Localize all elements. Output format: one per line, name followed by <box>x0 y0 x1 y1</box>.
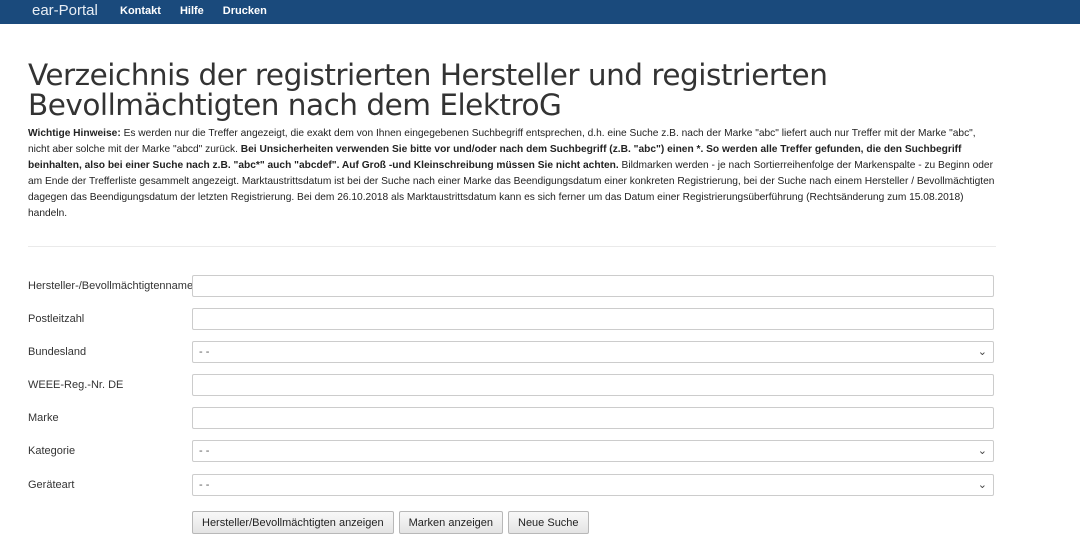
nav-drucken[interactable]: Drucken <box>223 5 267 17</box>
bundesland-select[interactable]: - - ⌄ <box>192 341 994 363</box>
bundesland-label: Bundesland <box>28 346 87 358</box>
content: Verzeichnis der registrierten Hersteller… <box>28 60 996 222</box>
row-marke: Marke <box>28 407 996 431</box>
chevron-down-icon: ⌄ <box>977 346 987 358</box>
notice-label: Wichtige Hinweise: <box>28 128 121 139</box>
marke-label: Marke <box>28 412 59 424</box>
hersteller-label: Hersteller-/Bevollmächtigtenname <box>28 280 194 292</box>
show-marken-button[interactable]: Marken anzeigen <box>398 511 503 534</box>
kategorie-select[interactable]: - - ⌄ <box>192 440 994 462</box>
row-geraeteart: Geräteart - - ⌄ <box>28 474 996 498</box>
geraeteart-label: Geräteart <box>28 479 75 491</box>
geraeteart-value: - - <box>199 479 210 491</box>
plz-input[interactable] <box>192 308 994 330</box>
marke-input[interactable] <box>192 407 994 429</box>
kategorie-value: - - <box>199 445 210 457</box>
notice-text: Wichtige Hinweise: Es werden nur die Tre… <box>28 126 996 222</box>
chevron-down-icon: ⌄ <box>977 445 987 457</box>
plz-label: Postleitzahl <box>28 313 85 325</box>
new-search-button[interactable]: Neue Suche <box>508 511 589 534</box>
row-hersteller: Hersteller-/Bevollmächtigtenname <box>28 275 996 299</box>
row-kategorie: Kategorie - - ⌄ <box>28 440 996 464</box>
row-bundesland: Bundesland - - ⌄ <box>28 341 996 365</box>
kategorie-label: Kategorie <box>28 445 76 457</box>
show-hersteller-button[interactable]: Hersteller/Bevollmächtigten anzeigen <box>192 511 394 534</box>
geraeteart-select[interactable]: - - ⌄ <box>192 474 994 496</box>
page-title: Verzeichnis der registrierten Hersteller… <box>28 58 828 122</box>
button-group: Hersteller/Bevollmächtigten anzeigen Mar… <box>192 511 589 534</box>
divider <box>28 246 996 247</box>
top-navbar: ear-Portal Kontakt Hilfe Drucken <box>0 0 1080 24</box>
hersteller-input[interactable] <box>192 275 994 297</box>
weee-input[interactable] <box>192 374 994 396</box>
nav-kontakt[interactable]: Kontakt <box>120 5 161 17</box>
weee-label: WEEE-Reg.-Nr. DE <box>28 379 124 391</box>
row-weee: WEEE-Reg.-Nr. DE <box>28 374 996 398</box>
row-plz: Postleitzahl <box>28 308 996 332</box>
brand-logo[interactable]: ear-Portal <box>32 2 98 19</box>
bundesland-value: - - <box>199 346 210 358</box>
main-nav: Kontakt Hilfe Drucken <box>120 5 267 17</box>
chevron-down-icon: ⌄ <box>977 479 987 491</box>
nav-hilfe[interactable]: Hilfe <box>180 5 204 17</box>
